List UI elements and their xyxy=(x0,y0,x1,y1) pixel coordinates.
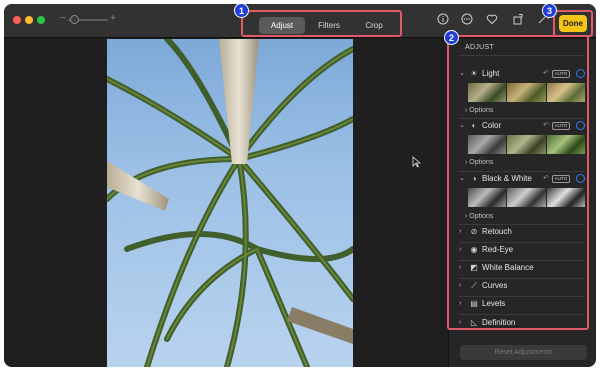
section-retouch[interactable]: › ⊘ Retouch xyxy=(459,226,589,238)
undo-icon[interactable]: ↶ xyxy=(543,120,549,132)
fullscreen-window-button[interactable] xyxy=(37,16,45,24)
toggle-light[interactable] xyxy=(576,69,585,78)
divider xyxy=(459,171,585,172)
undo-icon[interactable]: ↶ xyxy=(543,68,549,80)
white-balance-icon: ◩ xyxy=(470,263,478,272)
section-color-label: Color xyxy=(482,121,502,130)
section-levels[interactable]: › ▤ Levels xyxy=(459,298,589,310)
color-filmstrip[interactable] xyxy=(468,135,585,154)
annotation-badge-3: 3 xyxy=(542,3,557,18)
section-red-eye-label: Red-Eye xyxy=(482,245,514,254)
color-circle-icon: ◐ xyxy=(471,121,477,130)
chevron-down-icon[interactable]: ⌄ xyxy=(459,173,467,185)
toggle-black-white[interactable] xyxy=(576,174,585,183)
section-black-white-label: Black & White xyxy=(482,174,532,183)
annotation-badge-2: 2 xyxy=(444,30,459,45)
curves-icon: ⟋ xyxy=(471,281,477,290)
info-icon[interactable] xyxy=(436,13,450,27)
chevron-right-icon[interactable]: › xyxy=(459,317,467,329)
panel-title: ADJUST xyxy=(465,44,495,51)
divider xyxy=(459,224,585,225)
minimize-window-button[interactable] xyxy=(25,16,33,24)
half-circle-icon: ◑ xyxy=(471,174,477,183)
divider xyxy=(459,55,585,56)
annotation-badge-1: 1 xyxy=(234,3,249,18)
eye-icon: ◉ xyxy=(470,245,478,254)
section-curves-label: Curves xyxy=(482,281,508,290)
options-label: Options xyxy=(469,213,494,220)
section-color[interactable]: ⌄ ◐ Color ↶ AUTO xyxy=(459,120,589,132)
section-red-eye[interactable]: › ◉ Red-Eye xyxy=(459,244,589,256)
zoom-out-icon[interactable]: − xyxy=(60,13,66,24)
sun-icon: ☀ xyxy=(470,69,478,78)
section-light[interactable]: ⌄ ☀ Light ↶ AUTO xyxy=(459,68,589,80)
done-button[interactable]: Done xyxy=(559,15,587,32)
chevron-down-icon[interactable]: ⌄ xyxy=(459,120,467,132)
black-white-filmstrip[interactable] xyxy=(468,188,585,207)
divider xyxy=(459,296,585,297)
options-label: Options xyxy=(469,107,494,114)
photo-canvas xyxy=(4,39,448,367)
auto-button-color[interactable]: AUTO xyxy=(552,122,570,130)
rotate-icon[interactable] xyxy=(511,13,525,27)
chevron-down-icon[interactable]: ⌄ xyxy=(459,68,467,80)
auto-button-black-white[interactable]: AUTO xyxy=(552,175,570,183)
light-filmstrip[interactable] xyxy=(468,83,585,102)
definition-icon: ◺ xyxy=(470,318,478,327)
cursor-icon xyxy=(412,156,422,171)
section-black-white[interactable]: ⌄ ◑ Black & White ↶ AUTO xyxy=(459,173,589,185)
bandage-icon: ⊘ xyxy=(470,227,478,236)
chevron-right-icon[interactable]: › xyxy=(459,280,467,292)
auto-button-light[interactable]: AUTO xyxy=(552,70,570,78)
section-levels-label: Levels xyxy=(482,299,506,308)
tab-crop[interactable]: Crop xyxy=(355,17,393,34)
divider xyxy=(459,242,585,243)
heart-icon[interactable] xyxy=(485,13,499,27)
toggle-color[interactable] xyxy=(576,121,585,130)
adjust-panel: ADJUST ⌄ ☀ Light ↶ AUTO › Options ⌄ ◐ Co… xyxy=(448,39,596,367)
tab-filters[interactable]: Filters xyxy=(309,17,349,34)
levels-icon: ▤ xyxy=(470,299,478,308)
divider xyxy=(459,314,585,315)
palm-tree-photo[interactable] xyxy=(107,39,353,367)
options-label: Options xyxy=(469,159,494,166)
section-retouch-label: Retouch xyxy=(482,227,512,236)
section-white-balance[interactable]: › ◩ White Balance xyxy=(459,262,589,274)
section-definition-label: Definition xyxy=(482,318,516,327)
section-white-balance-label: White Balance xyxy=(482,263,534,272)
annotation-box-tabs: Adjust Filters Crop xyxy=(241,10,402,37)
toolbar: − + Adjust Filters Crop Done xyxy=(4,4,596,38)
divider xyxy=(459,260,585,261)
section-curves[interactable]: › ⟋ Curves xyxy=(459,280,589,292)
reset-adjustments-button[interactable]: Reset Adjustments xyxy=(460,345,587,360)
photos-editor-window: − + Adjust Filters Crop Done ADJUST ⌄ ☀ … xyxy=(4,4,596,367)
chevron-right-icon[interactable]: › xyxy=(459,244,467,256)
zoom-in-icon[interactable]: + xyxy=(110,13,116,24)
zoom-slider-knob[interactable] xyxy=(70,15,79,24)
black-white-options[interactable]: › Options xyxy=(465,213,493,220)
tab-adjust[interactable]: Adjust xyxy=(259,17,305,34)
light-options[interactable]: › Options xyxy=(465,107,493,114)
section-light-label: Light xyxy=(482,69,500,78)
section-definition[interactable]: › ◺ Definition xyxy=(459,317,589,329)
chevron-right-icon[interactable]: › xyxy=(459,262,467,274)
undo-icon[interactable]: ↶ xyxy=(543,173,549,185)
chevron-right-icon[interactable]: › xyxy=(459,298,467,310)
more-icon[interactable] xyxy=(460,13,474,27)
close-window-button[interactable] xyxy=(13,16,21,24)
color-options[interactable]: › Options xyxy=(465,159,493,166)
chevron-right-icon[interactable]: › xyxy=(459,226,467,238)
divider xyxy=(459,278,585,279)
divider xyxy=(459,118,585,119)
